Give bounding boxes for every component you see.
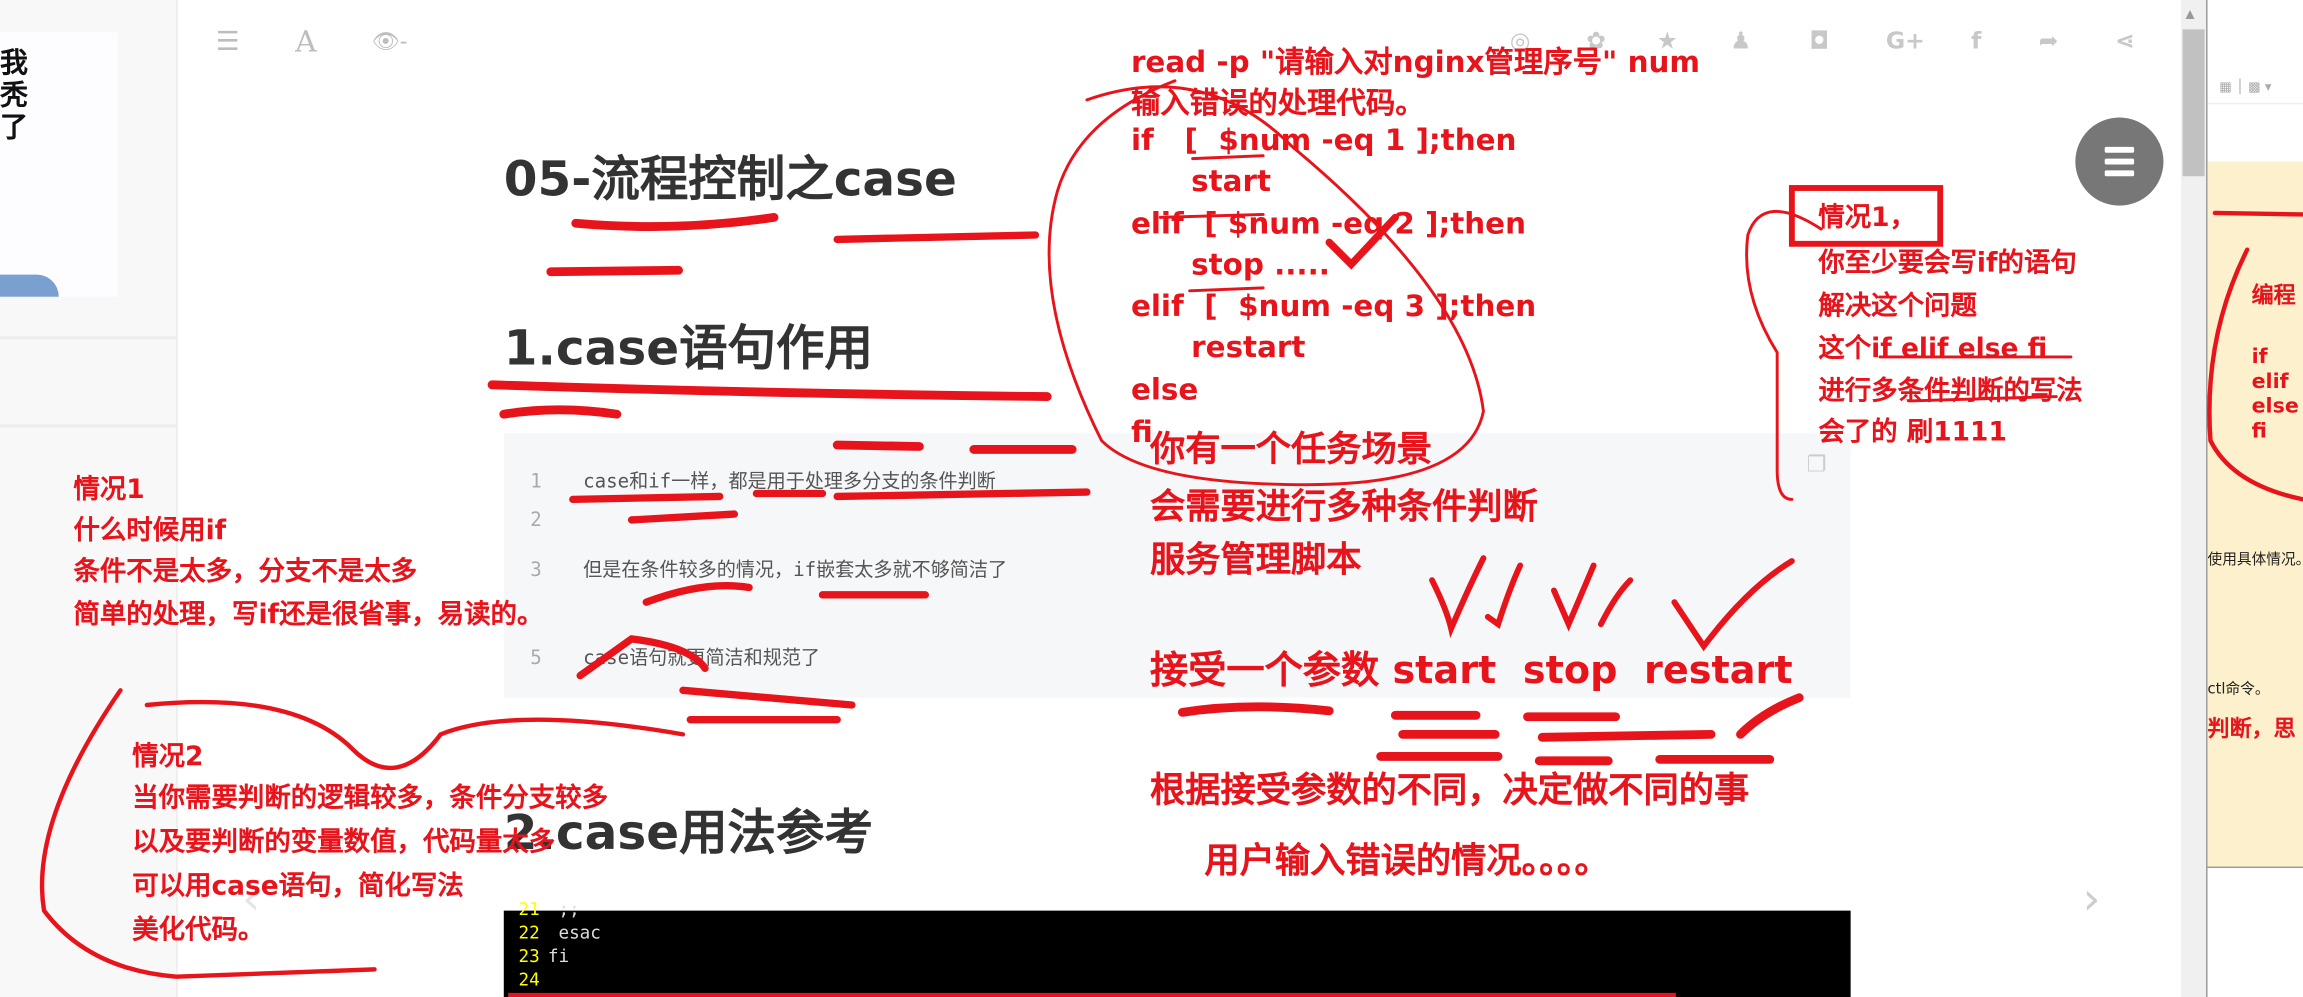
underline-stroke [576, 635, 856, 724]
checkmark-icon [1429, 555, 1795, 652]
case-circle-stroke [1047, 79, 1485, 487]
underline-stroke [1158, 154, 1265, 293]
checkmark-icon [1325, 213, 1399, 270]
underline-stroke [833, 231, 1040, 244]
underline-stroke [627, 510, 929, 606]
underline-stroke [487, 380, 1052, 401]
brace-stroke [1745, 209, 1823, 501]
underline-stroke [569, 488, 1091, 504]
underline-stroke [832, 440, 1077, 454]
underline-stroke [2207, 210, 2303, 502]
case2-circle-stroke [39, 688, 686, 979]
underline-stroke [1878, 355, 2073, 403]
underline-stroke [1177, 693, 1804, 766]
screen: 我 秃 了 ☰ A 👁- ◎ ✿ ★ ♟ ◘ G+ f ➦ ⋖ 05-流程控制之… [0, 0, 2303, 997]
underline-stroke [499, 405, 622, 419]
underline-stroke [546, 265, 683, 277]
annotation-strokes [39, 79, 2303, 979]
underline-stroke [571, 212, 779, 231]
